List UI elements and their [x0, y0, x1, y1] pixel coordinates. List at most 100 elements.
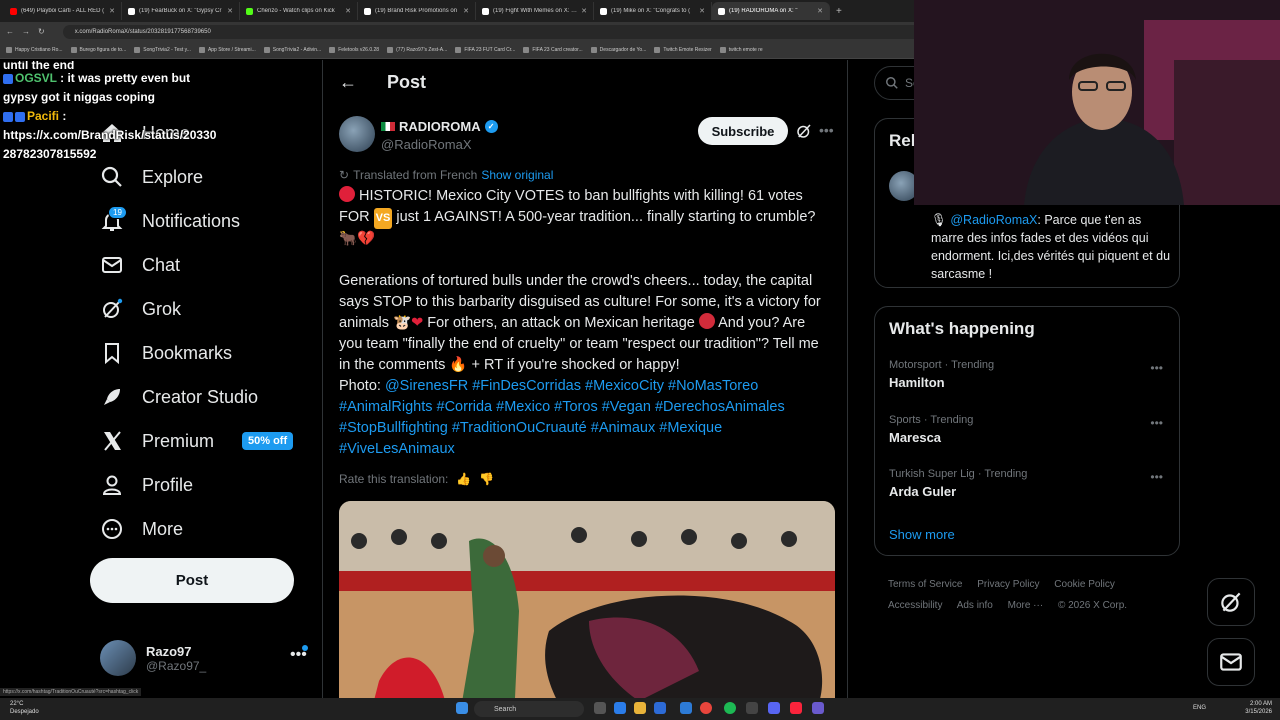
- language-indicator[interactable]: ENG: [1193, 705, 1206, 711]
- sidebar-item-label: Explore: [142, 166, 204, 187]
- browser-tab[interactable]: (19) FearBuck on X: "Gypsy Cr ✕: [122, 2, 240, 20]
- browser-tab[interactable]: (19) Brand Risk Promotions on ✕: [358, 2, 476, 20]
- footer-link[interactable]: Terms of Service: [888, 579, 962, 590]
- bookmark-item[interactable]: Descargador de Yo...: [590, 46, 646, 53]
- store-icon[interactable]: [654, 702, 666, 714]
- system-clock[interactable]: 2:00 AM 3/15/2026: [1245, 700, 1272, 716]
- messages-floating-button[interactable]: [1207, 638, 1255, 686]
- search-icon: [886, 77, 898, 89]
- windows-start-icon[interactable]: [456, 702, 468, 714]
- browser-tab[interactable]: (19) Mike on X: "Congrats to (✕: [594, 2, 712, 20]
- app-icon[interactable]: [746, 702, 758, 714]
- footer-link[interactable]: More ···: [1008, 600, 1044, 611]
- microphone-icon: 🎙: [931, 213, 947, 227]
- trend-item[interactable]: Turkish Super Lig · Trending Arda Guler …: [889, 468, 1169, 499]
- taskbar-search[interactable]: Search: [474, 701, 584, 717]
- footer-link[interactable]: Privacy Policy: [977, 579, 1039, 590]
- sidebar-item-more[interactable]: More: [100, 514, 183, 544]
- tweet-text: just 1 AGAINST! A 500-year tradition... …: [396, 209, 816, 225]
- bookmark-item[interactable]: Burego figura de to...: [70, 46, 126, 53]
- file-explorer-icon[interactable]: [634, 702, 646, 714]
- browser-tab[interactable]: Chenzo - Watch clips on Kick ✕: [240, 2, 358, 20]
- app-icon[interactable]: [812, 702, 824, 714]
- close-icon[interactable]: ✕: [227, 7, 233, 15]
- mail-app-icon[interactable]: [680, 702, 692, 714]
- browser-tab[interactable]: (19) Fight With Memes on X: "C ✕: [476, 2, 594, 20]
- thumbs-up-icon[interactable]: 👍: [456, 472, 471, 486]
- task-view-icon[interactable]: [594, 702, 606, 714]
- sidebar-item-bookmarks[interactable]: Bookmarks: [100, 338, 232, 368]
- author-handle[interactable]: @RadioRomaX: [381, 137, 472, 152]
- footer-link[interactable]: Ads info: [957, 600, 993, 611]
- close-icon[interactable]: ✕: [463, 7, 469, 15]
- bookmark-item[interactable]: Happy Cristiano Ro...: [6, 46, 63, 53]
- more-dots-icon[interactable]: •••: [819, 122, 834, 138]
- sidebar-item-grok[interactable]: Grok: [100, 294, 181, 324]
- sidebar-item-premium[interactable]: Premium 50% off: [100, 426, 294, 456]
- close-icon[interactable]: ✕: [581, 7, 587, 15]
- bookmark-item[interactable]: Twitch Emote Resizer: [654, 46, 712, 53]
- bookmark-item[interactable]: FIFA 23 FUT Card Cr...: [455, 46, 516, 53]
- author-avatar[interactable]: [339, 116, 375, 152]
- account-switcher[interactable]: Razo97 @Razo97_: [100, 640, 206, 676]
- sidebar-item-creator-studio[interactable]: Creator Studio: [100, 382, 258, 412]
- sidebar-item-chat[interactable]: Chat: [100, 250, 180, 280]
- sidebar-item-profile[interactable]: Profile: [100, 470, 193, 500]
- more-dots-icon[interactable]: •••: [1150, 361, 1163, 375]
- bookmark-item[interactable]: twitch emote re: [719, 46, 763, 53]
- bookmark-item[interactable]: SongTrivia2 - Adivin...: [263, 46, 321, 53]
- bookmark-label: FIFA 23 FUT Card Cr...: [464, 46, 516, 53]
- bookmark-item[interactable]: SongTrivia2 - Test y...: [134, 46, 191, 53]
- trend-name: Arda Guler: [889, 484, 957, 499]
- bookmark-item[interactable]: (77) Razo97's Zest-A...: [387, 46, 447, 53]
- sidebar-item-label: Profile: [142, 474, 194, 495]
- new-tab-icon[interactable]: +: [830, 6, 848, 17]
- spotify-icon[interactable]: [724, 702, 736, 714]
- bookmark-item[interactable]: App Store / Streami...: [198, 46, 256, 53]
- weather-condition: Despejado: [10, 709, 39, 715]
- close-icon[interactable]: ✕: [109, 7, 115, 15]
- thumbs-down-icon[interactable]: 👎: [479, 472, 494, 486]
- back-arrow-icon[interactable]: ←: [6, 27, 14, 36]
- post-button[interactable]: Post: [90, 558, 294, 603]
- trend-item[interactable]: Sports · Trending Maresca •••: [889, 414, 1169, 445]
- grok-icon[interactable]: [795, 122, 813, 145]
- discord-icon[interactable]: [768, 702, 780, 714]
- tab-label: (649) Playboi Carti - ALL RED (: [21, 8, 105, 14]
- chat-badge-icon: [3, 73, 13, 84]
- edge-icon[interactable]: [614, 702, 626, 714]
- author-name-row[interactable]: RADIOROMA ✓: [381, 119, 498, 134]
- browser-tab[interactable]: (649) Playboi Carti - ALL RED ( ✕: [4, 2, 122, 20]
- bookmark-item[interactable]: Feletools v26.0.28: [329, 46, 379, 53]
- close-icon[interactable]: ✕: [817, 7, 823, 15]
- chrome-icon[interactable]: [700, 702, 712, 714]
- music-icon[interactable]: [790, 702, 802, 714]
- bio-mention[interactable]: @RadioRomaX: [950, 213, 1037, 227]
- url-input[interactable]: x.com/RadioRomaX/status/2032819177568739…: [62, 24, 943, 39]
- forward-arrow-icon[interactable]: →: [22, 27, 30, 36]
- close-icon[interactable]: ✕: [345, 7, 351, 15]
- show-original-link[interactable]: Show original: [481, 168, 553, 182]
- main-column: ← Post RADIOROMA ✓ @RadioRomaX Subscribe…: [322, 60, 848, 720]
- browser-tab-active[interactable]: (19) RADIOROMA on X: " ✕: [712, 2, 830, 20]
- more-dots-icon[interactable]: •••: [1150, 416, 1163, 430]
- bookmark-item[interactable]: FIFA 23 Card creator...: [523, 46, 583, 53]
- more-dots-icon[interactable]: •••: [1150, 470, 1163, 484]
- sidebar-item-explore[interactable]: Explore: [100, 162, 203, 192]
- weather-widget[interactable]: 22°C Despejado: [10, 700, 39, 716]
- webcam-overlay: [914, 0, 1280, 205]
- unread-dot: [302, 645, 308, 651]
- close-icon[interactable]: ✕: [699, 7, 705, 15]
- footer-link[interactable]: Accessibility: [888, 600, 942, 611]
- footer-link[interactable]: Cookie Policy: [1054, 579, 1115, 590]
- tab-favicon: [718, 7, 725, 15]
- show-more-link[interactable]: Show more: [889, 527, 955, 542]
- grok-floating-button[interactable]: [1207, 578, 1255, 626]
- subscribe-button[interactable]: Subscribe: [698, 117, 788, 145]
- tweet-photo[interactable]: [339, 501, 835, 720]
- reload-icon[interactable]: ↻: [38, 27, 45, 36]
- search-icon: [100, 165, 124, 189]
- back-arrow-icon[interactable]: ←: [339, 72, 357, 93]
- hashtag-list[interactable]: @SirenesFR #FinDesCorridas #MexicoCity #…: [339, 378, 785, 457]
- trend-item[interactable]: Motorsport · Trending Hamilton •••: [889, 359, 1169, 390]
